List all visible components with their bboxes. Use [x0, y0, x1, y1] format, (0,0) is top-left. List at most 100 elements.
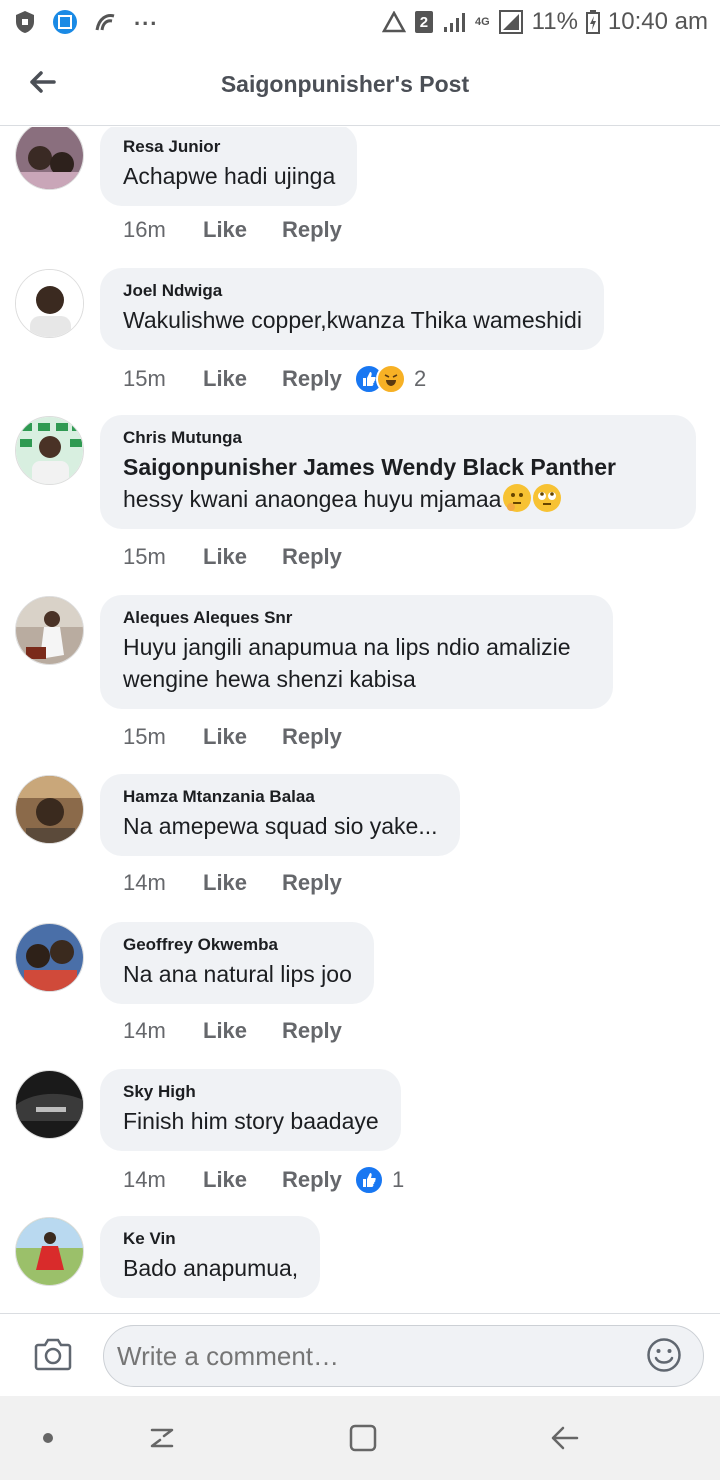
comment-author[interactable]: Ke Vin [123, 1228, 298, 1250]
like-button[interactable]: Like [203, 870, 282, 896]
network-type: 4G [474, 16, 490, 28]
battery-percent: 11% [531, 8, 578, 35]
shield-icon [12, 9, 38, 35]
system-nav-bar [0, 1396, 720, 1480]
reactions[interactable]: 2 [354, 364, 426, 394]
sim-slot-badge: 2 [414, 11, 433, 33]
comments-list[interactable]: Resa Junior Achapwe hadi ujinga 16m Like… [0, 127, 720, 1313]
comment-author[interactable]: Hamza Mtanzania Balaa [123, 786, 438, 808]
more-notifications-icon: ... [134, 5, 159, 30]
home-square-icon [349, 1424, 377, 1452]
comment-meta: 16m Like Reply [123, 217, 364, 243]
comment-time[interactable]: 14m [123, 870, 203, 896]
avatar[interactable] [15, 923, 84, 992]
comment-meta: 14m Like Reply [123, 1018, 364, 1044]
comment-author[interactable]: Chris Mutunga [123, 427, 674, 449]
reactions[interactable]: 1 [354, 1165, 404, 1195]
thinking-face-icon [503, 484, 532, 512]
like-button[interactable]: Like [203, 724, 282, 750]
comment-meta: 15m Like Reply [123, 544, 364, 570]
comment-time[interactable]: 14m [123, 1167, 203, 1193]
avatar[interactable] [15, 127, 84, 190]
comment-time[interactable]: 14m [123, 1018, 203, 1044]
reaction-count: 1 [392, 1167, 405, 1192]
emoji-button[interactable] [646, 1337, 682, 1373]
comment-bubble[interactable]: Geoffrey Okwemba Na ana natural lips joo [100, 922, 374, 1004]
like-button[interactable]: Like [203, 366, 282, 392]
like-button[interactable]: Like [203, 1018, 282, 1044]
reply-button[interactable]: Reply [282, 724, 364, 750]
avatar[interactable] [15, 269, 84, 338]
avatar[interactable] [15, 1217, 84, 1286]
home-button[interactable] [345, 1420, 381, 1456]
hotspot-icon [92, 9, 118, 35]
like-button[interactable]: Like [203, 544, 282, 570]
recent-apps-button[interactable] [144, 1420, 180, 1456]
comment-time[interactable]: 16m [123, 217, 203, 243]
recycle-icon [381, 9, 407, 35]
eye-roll-face-icon [533, 484, 562, 512]
reply-button[interactable]: Reply [282, 870, 364, 896]
comment-bubble[interactable]: Resa Junior Achapwe hadi ujinga [100, 127, 358, 206]
comment-bubble[interactable]: Chris Mutunga Saigonpunisher James Wendy… [100, 415, 696, 529]
avatar[interactable] [15, 775, 84, 844]
camera-icon [34, 1338, 72, 1371]
comment-bubble[interactable]: Aleques Aleques Snr Huyu jangili anapumu… [100, 595, 613, 709]
comment-text: Na amepewa squad sio yake... [123, 813, 438, 839]
like-button[interactable]: Like [203, 217, 282, 243]
like-button[interactable]: Like [203, 1167, 282, 1193]
comment-text: Bado anapumua, [123, 1255, 299, 1281]
avatar[interactable] [15, 1070, 84, 1139]
comment-author[interactable]: Joel Ndwiga [123, 280, 582, 302]
like-reaction-icon [354, 1165, 384, 1195]
avatar[interactable] [15, 596, 84, 665]
comment-meta: 14m Like Reply 1 [123, 1165, 404, 1195]
reply-button[interactable]: Reply [282, 544, 364, 570]
comment-bubble[interactable]: Hamza Mtanzania Balaa Na amepewa squad s… [100, 774, 460, 856]
reply-button[interactable]: Reply [282, 1167, 364, 1193]
reply-button[interactable]: Reply [282, 217, 364, 243]
comment-meta: 14m Like Reply [123, 870, 364, 896]
haha-reaction-icon [376, 364, 406, 394]
signal-strength-2-icon [498, 9, 524, 35]
post-header: Saigonpunisher's Post [0, 44, 720, 126]
screenshot-app-icon [52, 9, 78, 35]
comment-text: Finish him story baadaye [123, 1108, 379, 1134]
comment-meta: 15m Like Reply 2 [123, 364, 426, 394]
comment-text: Achapwe hadi ujinga [123, 163, 336, 189]
back-nav-button[interactable] [547, 1420, 583, 1456]
comment-time[interactable]: 15m [123, 544, 203, 570]
comment-author[interactable]: Resa Junior [123, 136, 335, 158]
comment-bubble[interactable]: Joel Ndwiga Wakulishwe copper,kwanza Thi… [100, 268, 604, 350]
comment-text: Na ana natural lips joo [123, 961, 352, 987]
comment-time[interactable]: 15m [123, 724, 203, 750]
comment-composer [0, 1313, 720, 1396]
comment-text: Huyu jangili anapumua na lips ndio amali… [123, 634, 571, 692]
reply-button[interactable]: Reply [282, 1018, 364, 1044]
comment-text: Wakulishwe copper,kwanza Thika wameshidi [123, 307, 582, 333]
comment-text-body: hessy kwani anaongea huyu mjamaa [123, 486, 502, 512]
nav-dot-button[interactable] [30, 1420, 66, 1456]
smiley-icon [647, 1338, 681, 1372]
signal-strength-icon [441, 9, 467, 35]
recent-apps-icon [150, 1428, 174, 1448]
comment-author[interactable]: Geoffrey Okwemba [123, 934, 352, 956]
camera-button[interactable] [34, 1337, 72, 1371]
comment-author[interactable]: Sky High [123, 1081, 379, 1103]
page-title: Saigonpunisher's Post [220, 71, 470, 97]
comment-bubble[interactable]: Sky High Finish him story baadaye [100, 1069, 401, 1151]
status-bar: ... 2 4G 11% 10:40 am [0, 0, 720, 44]
back-arrow-icon [551, 1426, 579, 1450]
battery-icon [585, 9, 600, 35]
comment-author[interactable]: Aleques Aleques Snr [123, 607, 591, 629]
comment-meta: 15m Like Reply [123, 724, 364, 750]
dot-icon [43, 1433, 53, 1443]
comment-input[interactable] [103, 1325, 704, 1387]
reply-button[interactable]: Reply [282, 366, 364, 392]
avatar[interactable] [15, 416, 84, 485]
reaction-count: 2 [414, 366, 427, 391]
comment-text: Saigonpunisher James Wendy Black Panther… [123, 451, 674, 515]
comment-time[interactable]: 15m [123, 366, 203, 392]
mention-link[interactable]: Saigonpunisher James Wendy Black Panther [123, 454, 616, 480]
comment-bubble[interactable]: Ke Vin Bado anapumua, [100, 1216, 321, 1298]
